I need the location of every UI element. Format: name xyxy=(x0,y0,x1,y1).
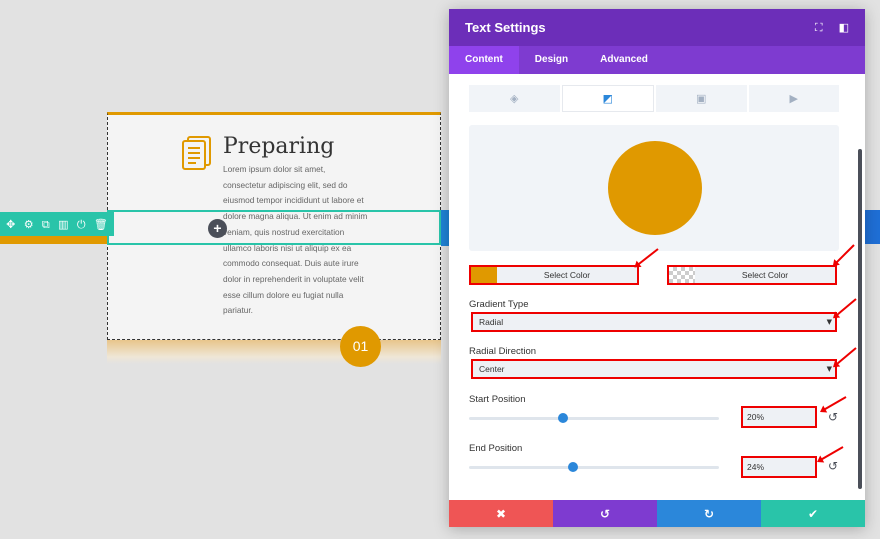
add-module-button[interactable]: + xyxy=(208,219,227,238)
save-button[interactable]: ✔ xyxy=(761,500,865,527)
start-position-input[interactable]: 20% xyxy=(741,406,817,428)
end-position-input[interactable]: 24% xyxy=(741,456,817,478)
duplicate-icon[interactable]: ⧉ xyxy=(42,219,50,230)
step-number-badge: 01 xyxy=(340,326,381,367)
start-color-label: Select Color xyxy=(543,270,591,280)
end-position-label: End Position xyxy=(469,443,523,454)
video-icon[interactable]: ▶ xyxy=(748,85,839,112)
gradient-preview xyxy=(469,125,839,251)
document-icon xyxy=(182,136,211,170)
split-view-icon[interactable]: ◧ xyxy=(839,21,849,34)
end-color-label: Select Color xyxy=(741,270,789,280)
start-color-swatch xyxy=(471,267,497,283)
panel-header: Text Settings ⛶ ◧ xyxy=(449,9,865,46)
tab-design[interactable]: Design xyxy=(519,46,584,74)
trash-icon[interactable]: 🗑 xyxy=(94,219,108,230)
start-position-label: Start Position xyxy=(469,394,526,405)
move-icon[interactable]: ✥ xyxy=(6,219,15,230)
undo-button[interactable]: ↺ xyxy=(553,500,657,527)
start-position-slider[interactable] xyxy=(469,413,719,423)
panel-tabs: Content Design Advanced xyxy=(449,46,865,74)
reset-icon[interactable]: ↺ xyxy=(828,410,838,424)
panel-title: Text Settings xyxy=(465,20,546,35)
image-icon[interactable]: ▣ xyxy=(656,85,747,112)
text-settings-panel: Text Settings ⛶ ◧ Content Design Advance… xyxy=(449,9,865,527)
paint-bucket-icon[interactable]: ◈ xyxy=(469,85,560,112)
radial-direction-value: Center xyxy=(479,364,505,374)
gradient-start-color-button[interactable]: Select Color xyxy=(469,265,639,285)
gradient-type-label: Gradient Type xyxy=(469,299,529,310)
row-toolbar: ✥ ⚙ ⧉ ▥ ⏻ 🗑 xyxy=(0,212,114,236)
gradient-icon[interactable]: ◩ xyxy=(561,85,654,112)
start-position-slider-thumb[interactable] xyxy=(558,413,568,423)
blurb-title: Preparing xyxy=(223,134,335,159)
card-shadow xyxy=(107,340,441,364)
end-color-swatch xyxy=(669,267,695,283)
gear-icon[interactable]: ⚙ xyxy=(24,219,34,230)
text-module-outline[interactable] xyxy=(107,210,441,245)
background-type-tabs: ◈ ◩ ▣ ▶ xyxy=(469,85,839,112)
gradient-type-value: Radial xyxy=(479,317,504,327)
row-edge-strip-right xyxy=(865,210,880,244)
redo-button[interactable]: ↻ xyxy=(657,500,761,527)
gradient-type-select[interactable]: Radial ▼ xyxy=(471,312,837,332)
cancel-button[interactable]: ✖ xyxy=(449,500,553,527)
end-position-slider-thumb[interactable] xyxy=(568,462,578,472)
tab-content[interactable]: Content xyxy=(449,46,519,74)
panel-scrollbar[interactable] xyxy=(858,149,862,489)
columns-icon[interactable]: ▥ xyxy=(58,219,68,230)
panel-footer: ✖ ↺ ↻ ✔ xyxy=(449,500,865,527)
end-position-slider[interactable] xyxy=(469,462,719,472)
reset-icon[interactable]: ↺ xyxy=(828,459,838,473)
radial-direction-select[interactable]: Center ▼ xyxy=(471,359,837,379)
gradient-end-color-button[interactable]: Select Color xyxy=(667,265,837,285)
fullscreen-icon[interactable]: ⛶ xyxy=(815,21,823,35)
power-icon[interactable]: ⏻ xyxy=(77,219,86,230)
row-accent-strip xyxy=(0,236,110,244)
radial-direction-label: Radial Direction xyxy=(469,346,537,357)
gradient-preview-swatch xyxy=(608,141,702,235)
tab-advanced[interactable]: Advanced xyxy=(584,46,664,74)
